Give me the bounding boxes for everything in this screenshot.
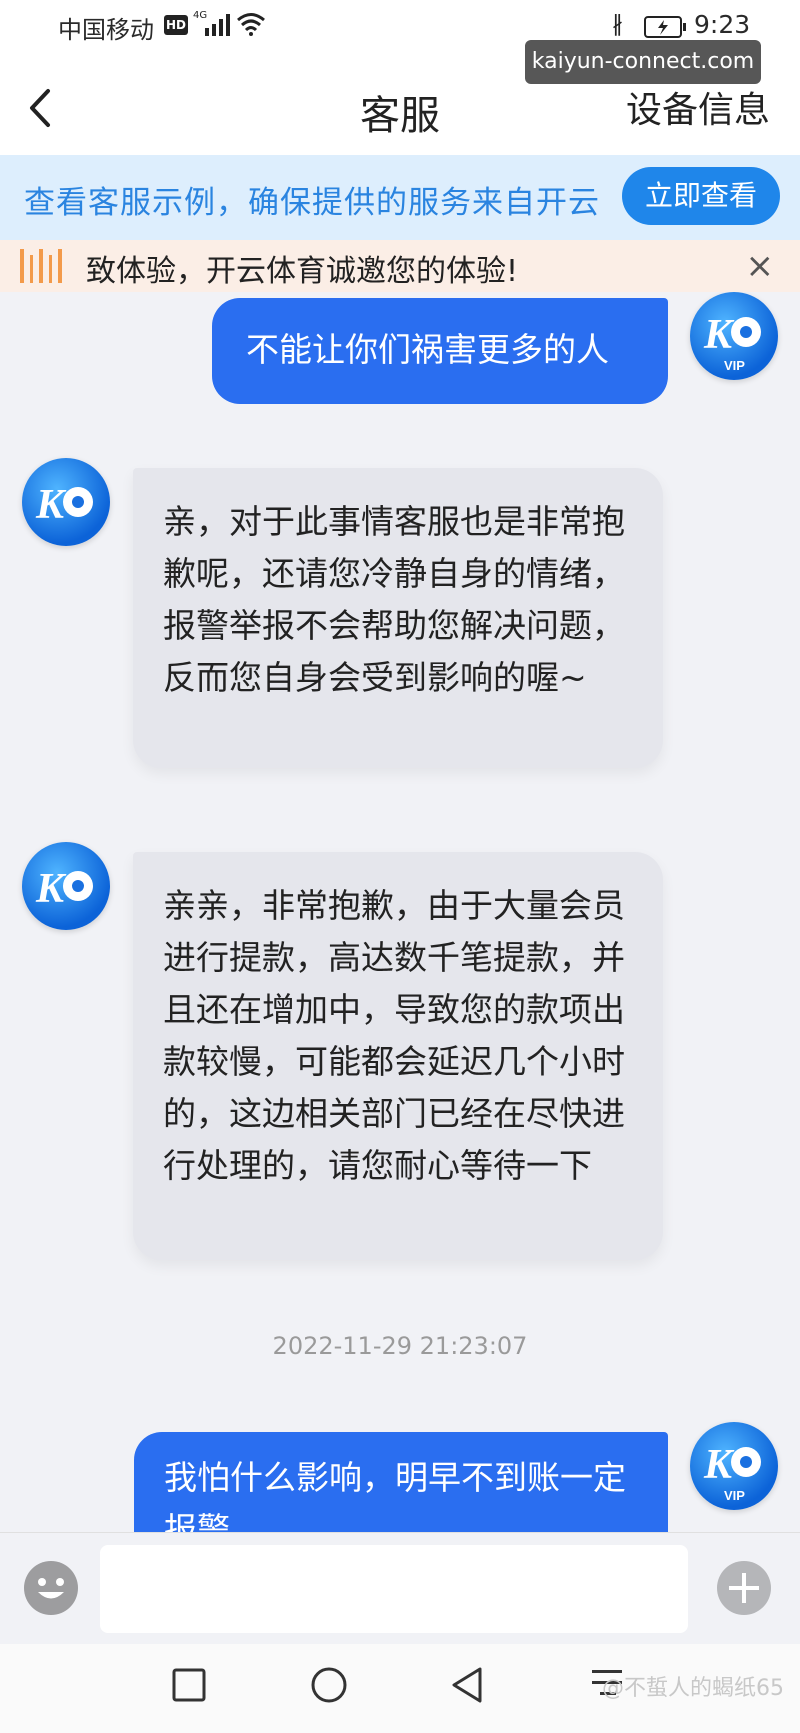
svg-text:K: K <box>703 1442 735 1488</box>
marquee-text: 致体验，开云体育诚邀您的体验! <box>86 254 519 289</box>
message-bubble-user: 我怕什么影响，明早不到账一定报警 <box>134 1432 668 1532</box>
message-timestamp: 2022-11-29 21:23:07 <box>272 1332 528 1360</box>
square-nav-icon[interactable] <box>172 1668 206 1702</box>
clock: 9:23 <box>694 10 751 39</box>
bluetooth-icon: ∦ <box>612 12 623 37</box>
view-now-button[interactable]: 立即查看 <box>622 167 780 225</box>
signal-icon <box>205 14 230 36</box>
svg-text:K: K <box>703 312 735 358</box>
notice-text: 查看客服示例，确保提供的服务来自开云 <box>24 185 600 221</box>
triangle-back-nav-icon[interactable] <box>450 1666 484 1704</box>
carrier-label: 中国移动 <box>58 16 154 44</box>
user-avatar: K VIP <box>690 1422 778 1510</box>
message-bubble-agent: 亲，对于此事情客服也是非常抱歉呢，还请您冷静自身的情绪，报警举报不会帮助您解决问… <box>133 468 663 768</box>
device-info-button[interactable]: 设备信息 <box>626 81 770 133</box>
wifi-icon <box>237 13 265 36</box>
hd-badge: HD <box>164 15 188 35</box>
notice-banner: 查看客服示例，确保提供的服务来自开云 立即查看 <box>0 155 800 240</box>
announcement-icon <box>20 249 62 283</box>
circle-nav-icon[interactable] <box>310 1666 348 1704</box>
agent-avatar: K <box>22 458 110 546</box>
announcement-marquee: 致体验，开云体育诚邀您的体验! × <box>0 240 800 292</box>
chat-area[interactable]: 不能让你们祸害更多的人 K VIP K 亲，对于此事情客服也是非常抱歉呢，还请您… <box>0 292 800 1532</box>
input-bar <box>0 1532 800 1645</box>
svg-text:K: K <box>35 482 67 528</box>
vip-label: VIP <box>724 1488 745 1503</box>
vip-label: VIP <box>724 358 745 373</box>
message-bubble-agent: 亲亲，非常抱歉，由于大量会员进行提款，高达数千笔提款，并且还在增加中，导致您的款… <box>133 852 663 1260</box>
plus-icon[interactable] <box>717 1561 771 1615</box>
agent-avatar: K <box>22 842 110 930</box>
svg-text:K: K <box>35 866 67 912</box>
emoji-icon[interactable] <box>24 1561 78 1615</box>
close-icon[interactable]: × <box>746 246 775 286</box>
message-bubble-user: 不能让你们祸害更多的人 <box>212 298 668 404</box>
battery-icon <box>644 16 686 38</box>
user-avatar: K VIP <box>690 292 778 380</box>
system-nav-bar: @不蜇人的蝎纸65 <box>0 1644 800 1733</box>
message-input[interactable] <box>100 1545 688 1633</box>
bottom-watermark: @不蜇人的蝎纸65 <box>602 1676 784 1701</box>
url-watermark: kaiyun-connect.com <box>525 40 761 84</box>
